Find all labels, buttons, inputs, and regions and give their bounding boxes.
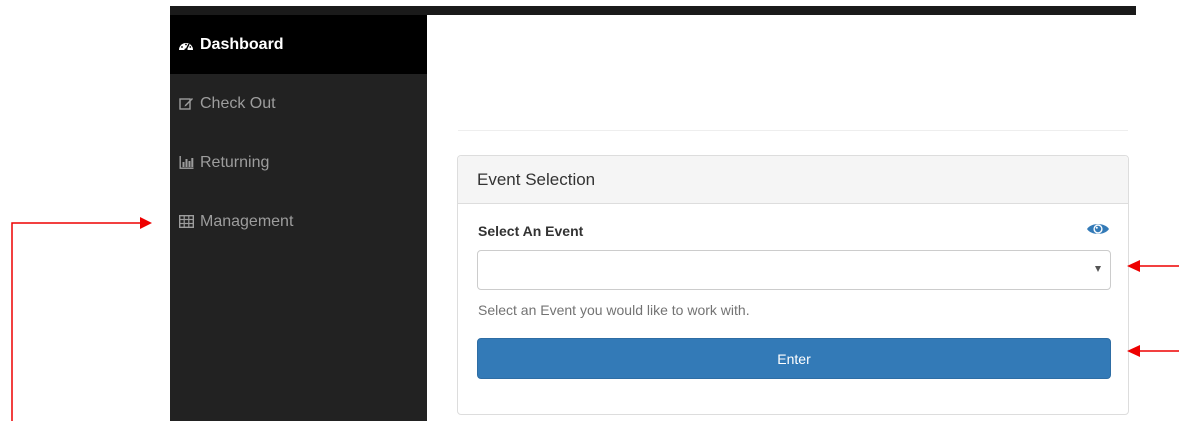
arrow-to-event-select-icon [1127,260,1179,272]
arrow-to-management-icon [11,217,152,421]
annotation-arrows [11,217,1179,421]
arrow-to-enter-button-icon [1127,345,1179,357]
